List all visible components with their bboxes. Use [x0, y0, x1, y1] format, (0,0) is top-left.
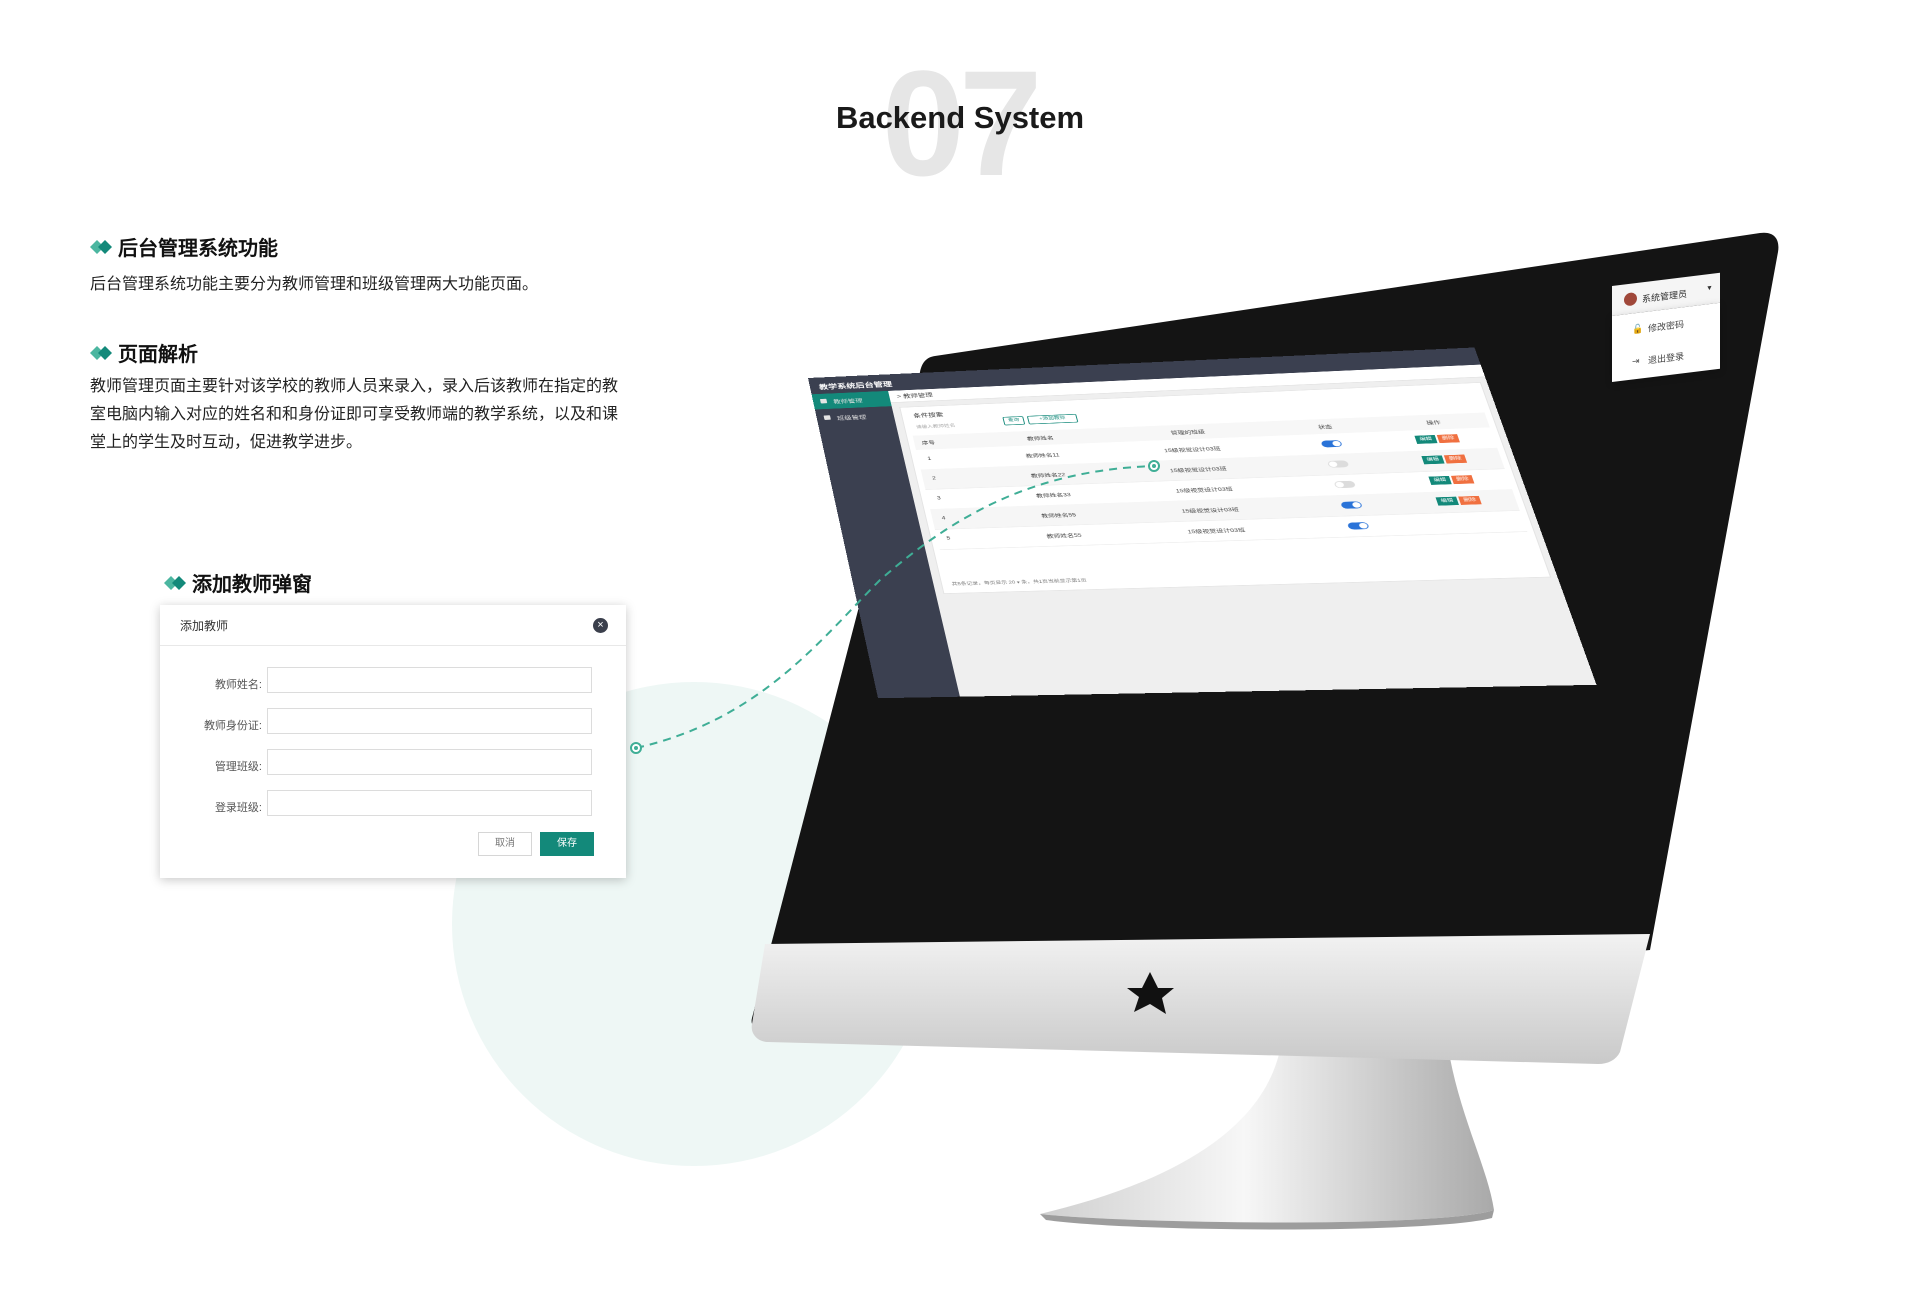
close-icon[interactable]: × [593, 618, 608, 633]
teacher-id-field[interactable] [267, 708, 592, 734]
status-toggle[interactable] [1340, 501, 1363, 509]
column-header: 状态 [1317, 424, 1333, 431]
chevron-down-icon: ▼ [1706, 284, 1713, 293]
form-row-idcard: 教师身份证: [160, 708, 626, 738]
cell-name: 教师姓名11 [1025, 452, 1061, 459]
teacher-panel: 条件搜索 请输入教师姓名 查询 +添加教师 序号 教师姓名 管理的班级 状态 操… [899, 382, 1552, 594]
save-button[interactable]: 保存 [540, 832, 594, 856]
field-label: 教师姓名: [214, 679, 262, 691]
user-icon [819, 398, 828, 404]
add-teacher-button[interactable]: +添加教师 [1026, 413, 1079, 425]
form-row-manage-class: 管理班级: [160, 749, 626, 779]
status-toggle[interactable] [1327, 460, 1350, 468]
cell-class: 15级视觉设计03班 [1163, 446, 1222, 454]
screen: 教学系统后台管理 教师管理 班级管理 > 教师管理 条件搜索 请输入教师姓名 查… [808, 347, 1597, 699]
sidebar-item-classes[interactable]: 班级管理 [815, 407, 895, 426]
sidebar-item-label: 班级管理 [836, 414, 868, 422]
status-toggle[interactable] [1320, 440, 1343, 448]
cell-name: 教师姓名33 [1035, 492, 1072, 499]
cell-class: 15级视觉设计03班 [1175, 487, 1234, 494]
class-icon [823, 415, 831, 420]
edit-button[interactable]: 编辑 [1428, 475, 1452, 485]
column-header: 教师姓名 [1026, 435, 1055, 442]
app-title: 教学系统后台管理 [818, 381, 893, 392]
status-toggle[interactable] [1346, 522, 1370, 530]
cell-index: 5 [946, 536, 951, 541]
avatar [1624, 291, 1637, 307]
add-teacher-modal: 添加教师 × 教师姓名: 教师身份证: 管理班级: 登录班级: 取消 保存 [160, 605, 626, 878]
field-label: 登录班级: [214, 802, 262, 814]
cell-class: 15级视觉设计03班 [1187, 528, 1246, 535]
cell-index: 3 [936, 496, 942, 501]
lock-icon: 🔓 [1632, 323, 1644, 335]
search-input[interactable]: 请输入教师姓名 [915, 422, 956, 429]
modal-title: 添加教师 [180, 619, 229, 633]
field-label: 教师身份证: [203, 720, 262, 732]
cell-index: 1 [927, 456, 932, 462]
manage-class-field[interactable] [267, 749, 592, 775]
cell-class: 15级视觉设计03班 [1169, 466, 1228, 474]
delete-button[interactable]: 删除 [1450, 475, 1475, 485]
login-class-field[interactable] [267, 790, 592, 816]
form-row-name: 教师姓名: [160, 667, 626, 697]
user-dropdown: 系统管理员 ▼ 🔓 修改密码 ⇥ 退出登录 [1612, 272, 1720, 396]
field-label: 管理班级: [214, 761, 262, 773]
cancel-button[interactable]: 取消 [478, 832, 532, 856]
cell-index: 2 [931, 476, 937, 481]
sidebar-item-label: 教师管理 [832, 397, 864, 405]
cell-index: 4 [941, 516, 947, 521]
search-button[interactable]: 查询 [1002, 416, 1026, 426]
search-label: 条件搜索 [912, 411, 944, 419]
teacher-name-field[interactable] [267, 667, 592, 693]
delete-button[interactable]: 删除 [1443, 454, 1468, 464]
edit-button[interactable]: 编辑 [1414, 435, 1438, 444]
menu-item-label: 退出登录 [1648, 351, 1685, 366]
cell-name: 教师姓名55 [1040, 512, 1077, 519]
edit-button[interactable]: 编辑 [1421, 455, 1445, 465]
delete-button[interactable]: 删除 [1458, 495, 1482, 505]
sidebar-item-teachers[interactable]: 教师管理 [811, 390, 892, 410]
column-header: 管理的班级 [1170, 429, 1206, 436]
modal-header: 添加教师 × [160, 605, 626, 646]
menu-item-label: 修改密码 [1648, 319, 1685, 334]
breadcrumb-text: > 教师管理 [896, 392, 934, 400]
status-toggle[interactable] [1333, 480, 1357, 489]
user-menu: 🔓 修改密码 ⇥ 退出登录 [1612, 302, 1720, 382]
user-name: 系统管理员 [1642, 288, 1688, 305]
edit-button[interactable]: 编辑 [1435, 496, 1459, 506]
pagination: 共5条记录，每页显示 20 ▾ 条，共1页当前显示第1页 [951, 578, 1088, 587]
form-row-login-class: 登录班级: [160, 790, 626, 820]
delete-button[interactable]: 删除 [1436, 434, 1460, 444]
column-header: 序号 [921, 440, 936, 446]
cell-name: 教师姓名55 [1046, 533, 1083, 540]
cell-name: 教师姓名22 [1030, 472, 1066, 479]
column-header: 操作 [1425, 420, 1442, 426]
cell-class: 15级视觉设计03班 [1181, 507, 1240, 515]
logout-icon: ⇥ [1632, 355, 1640, 367]
